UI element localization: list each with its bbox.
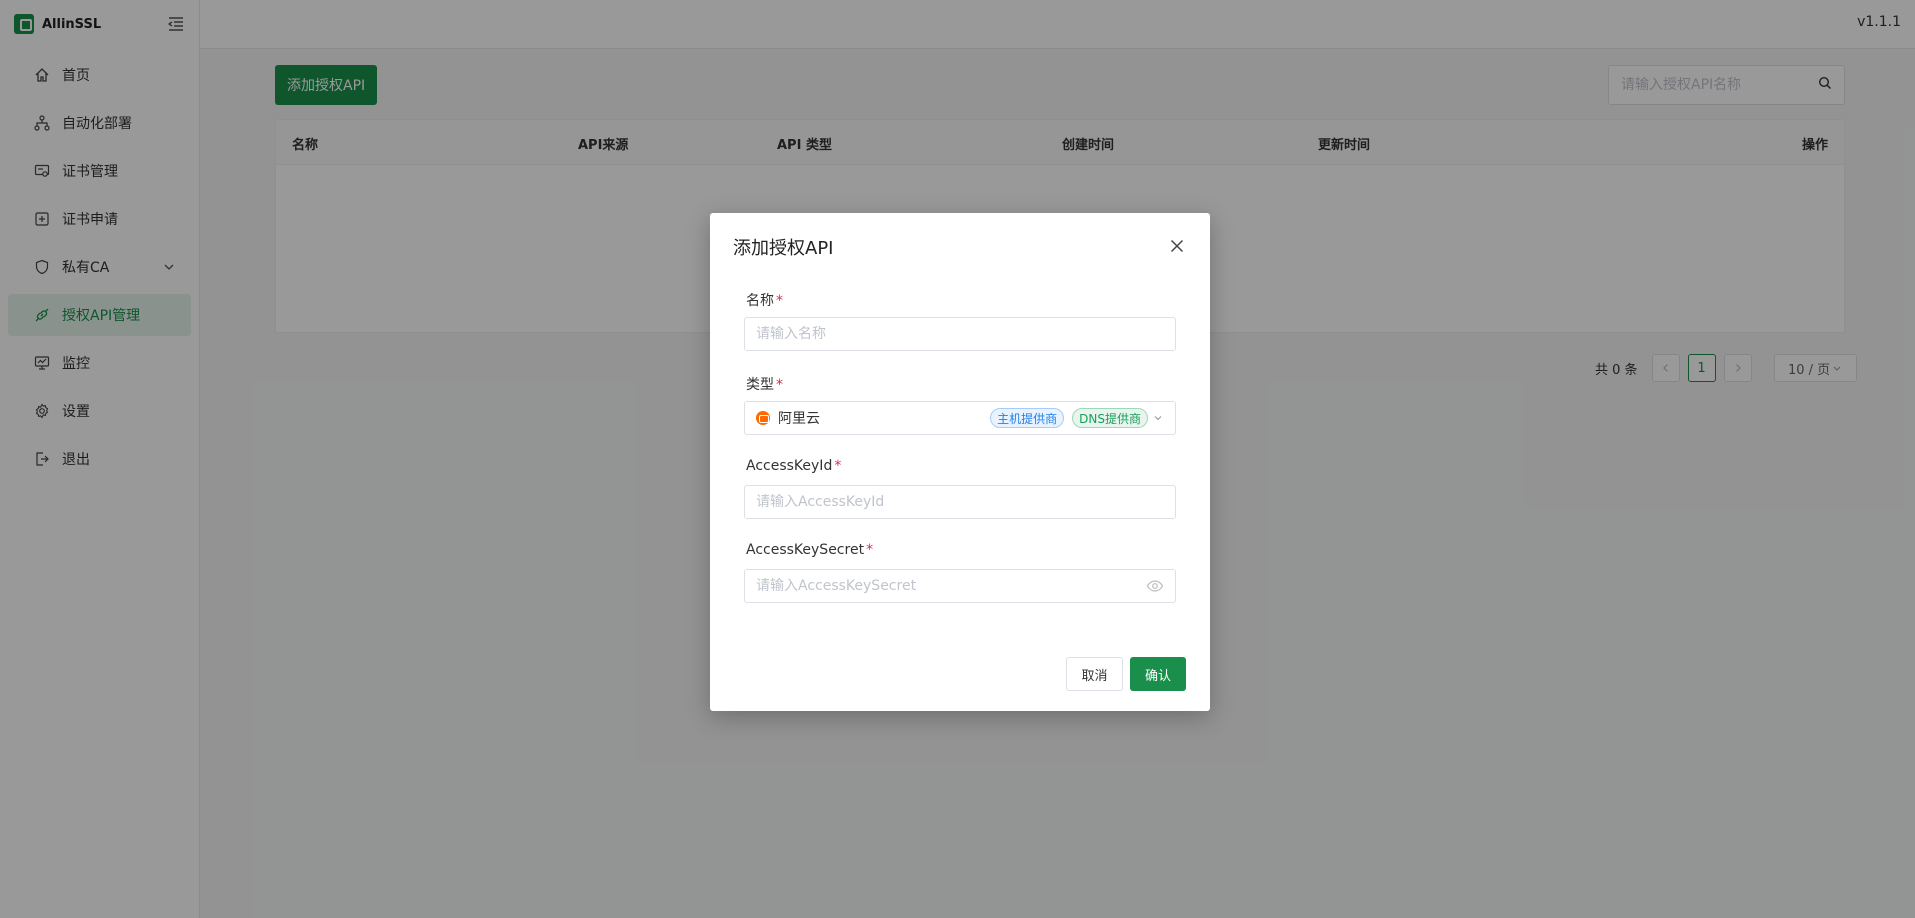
- name-field-wrapper: [744, 317, 1176, 351]
- access-key-id-label: AccessKeyId *: [746, 458, 841, 474]
- required-mark: *: [834, 458, 842, 474]
- name-input[interactable]: [756, 326, 1164, 342]
- required-mark: *: [866, 542, 874, 558]
- add-api-modal: 添加授权API 名称* 类型* 阿里云 主机提供商 DNS提供商 AccessK…: [710, 213, 1210, 711]
- dns-provider-tag: DNS提供商: [1072, 408, 1148, 428]
- type-field-label: 类型 *: [746, 374, 783, 394]
- required-mark: *: [776, 377, 783, 393]
- app-root: AllinSSL 首页 自动化部署 证书管理 证书申请 私有CA 授权API管理…: [0, 0, 1915, 918]
- access-key-id-input[interactable]: [756, 494, 1164, 510]
- access-key-secret-label-text: AccessKeySecret: [746, 542, 865, 558]
- access-key-secret-input[interactable]: [756, 578, 1146, 594]
- required-mark: *: [776, 293, 783, 309]
- aliyun-logo-icon: [756, 411, 770, 425]
- modal-title: 添加授权API: [733, 238, 834, 259]
- chevron-down-icon: [1152, 412, 1164, 424]
- access-key-id-label-text: AccessKeyId: [746, 458, 833, 474]
- name-label-text: 名称: [746, 293, 774, 309]
- cancel-button[interactable]: 取消: [1066, 657, 1123, 691]
- host-provider-tag: 主机提供商: [990, 408, 1065, 428]
- type-select[interactable]: 阿里云 主机提供商 DNS提供商: [744, 401, 1176, 435]
- eye-icon[interactable]: [1146, 577, 1164, 595]
- name-field-label: 名称 *: [746, 290, 783, 310]
- access-key-id-wrapper: [744, 485, 1176, 519]
- confirm-button[interactable]: 确认: [1130, 657, 1186, 691]
- type-select-value: 阿里云: [778, 411, 820, 427]
- access-key-secret-wrapper: [744, 569, 1176, 603]
- close-icon[interactable]: [1168, 237, 1186, 255]
- type-label-text: 类型: [746, 377, 774, 393]
- access-key-secret-label: AccessKeySecret *: [746, 542, 873, 558]
